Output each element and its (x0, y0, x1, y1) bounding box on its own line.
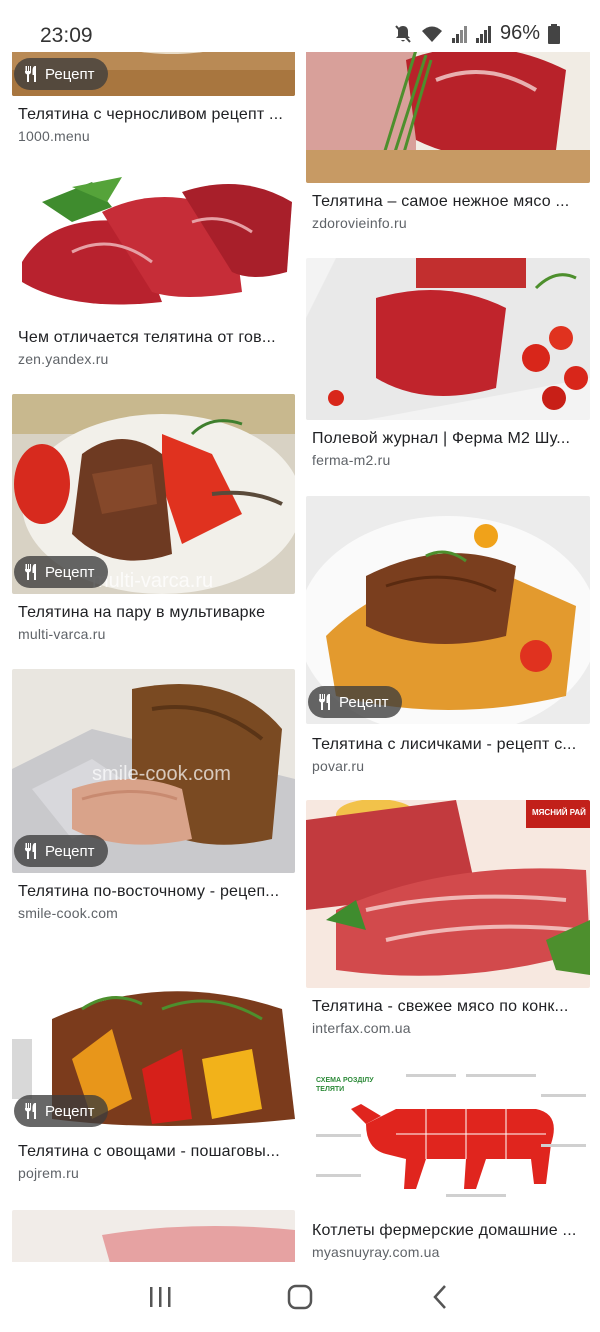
result-card[interactable]: СХЕМА РОЗДІЛУ ТЕЛЯТИ Котлеты фермерские … (306, 1064, 590, 1262)
recipe-badge: Рецепт (14, 556, 109, 588)
result-source: povar.ru (312, 758, 365, 774)
result-image[interactable] (12, 1210, 295, 1262)
result-source: 1000.menu (18, 128, 90, 144)
result-source: ferma-m2.ru (312, 452, 391, 468)
mute-icon (395, 24, 411, 43)
cutlery-icon (25, 564, 36, 580)
recents-icon (150, 1287, 171, 1307)
recipe-badge: Рецепт (14, 835, 109, 867)
result-title[interactable]: Телятина по-восточному - рецеп... (18, 883, 290, 901)
result-card[interactable]: Чем отличается телятина от гов... zen.ya… (12, 172, 295, 372)
result-title[interactable]: Телятина с овощами - пошаговы... (18, 1143, 294, 1161)
recipe-badge: Рецепт (14, 1095, 109, 1127)
recipe-badge: Рецепт (14, 58, 109, 90)
result-title[interactable]: Телятина с черносливом рецепт ... (18, 106, 298, 124)
result-title[interactable]: Чем отличается телятина от гов... (18, 329, 288, 347)
cutlery-icon (25, 66, 36, 82)
battery-icon (548, 23, 560, 44)
result-source: smile-cook.com (18, 905, 119, 921)
back-button[interactable] (410, 1277, 470, 1317)
home-button[interactable] (270, 1277, 330, 1317)
recents-button[interactable] (130, 1277, 190, 1317)
cutlery-icon (25, 843, 36, 859)
signal-icon (475, 25, 491, 43)
result-card[interactable] (12, 1210, 295, 1262)
home-icon (287, 1284, 313, 1310)
result-card[interactable]: multi-varca.ru Рецепт Телятина на пару в… (12, 394, 295, 646)
back-icon (433, 1285, 446, 1309)
result-source: interfax.com.ua (312, 1020, 411, 1036)
result-title[interactable]: Телятина с лисичками - рецепт с... (312, 736, 590, 754)
brand-logo: МЯСНИЙ РАЙ (532, 808, 586, 817)
result-image[interactable]: МЯСНИЙ РАЙ (306, 800, 590, 988)
wifi-icon (421, 26, 442, 42)
result-title[interactable]: Телятина – самое нежное мясо ... (312, 193, 588, 211)
result-source: zen.yandex.ru (18, 351, 109, 367)
result-source: pojrem.ru (18, 1165, 79, 1181)
result-card[interactable]: Полевой журнал | Ферма М2 Шу... ferma-m2… (306, 258, 590, 474)
result-source: zdorovieinfo.ru (312, 215, 407, 231)
status-icons: 96% (394, 22, 560, 45)
result-card[interactable]: Рецепт Телятина с лисичками - рецепт с..… (306, 496, 590, 778)
cutlery-icon (25, 1103, 36, 1119)
diagram-title: СХЕМА РОЗДІЛУ ТЕЛЯТИ (316, 1077, 374, 1093)
watermark-text: smile-cook.com (92, 763, 231, 785)
result-title[interactable]: Полевой журнал | Ферма М2 Шу... (312, 430, 588, 448)
result-image[interactable] (12, 172, 295, 318)
result-source: myasnuyray.com.ua (312, 1244, 440, 1260)
result-image[interactable]: СХЕМА РОЗДІЛУ ТЕЛЯТИ (306, 1064, 590, 1212)
recipe-badge: Рецепт (308, 686, 403, 718)
result-card[interactable]: Рецепт Телятина с овощами - пошаговы... … (12, 949, 295, 1185)
battery-percent: 96% (499, 22, 540, 44)
status-bar: 23:09 96% (0, 0, 600, 52)
cutlery-icon (319, 694, 330, 710)
signal-icon (451, 25, 467, 43)
result-image[interactable] (306, 258, 590, 420)
watermark-text: multi-varca.ru (92, 570, 214, 592)
result-card[interactable]: МЯСНИЙ РАЙ Телятина - свежее мясо по кон… (306, 800, 590, 1040)
result-card[interactable]: smile-cook.com Рецепт Телятина по-восточ… (12, 669, 295, 921)
status-time: 23:09 (40, 24, 93, 47)
image-results-grid: Рецепт Телятина с черносливом рецепт ...… (0, 0, 600, 1262)
result-title[interactable]: Котлеты фермерские домашние ... (312, 1222, 590, 1240)
result-source: multi-varca.ru (18, 626, 106, 642)
navigation-bar (0, 1262, 600, 1332)
result-title[interactable]: Телятина на пару в мультиварке (18, 604, 298, 622)
result-title[interactable]: Телятина - свежее мясо по конк... (312, 998, 588, 1016)
